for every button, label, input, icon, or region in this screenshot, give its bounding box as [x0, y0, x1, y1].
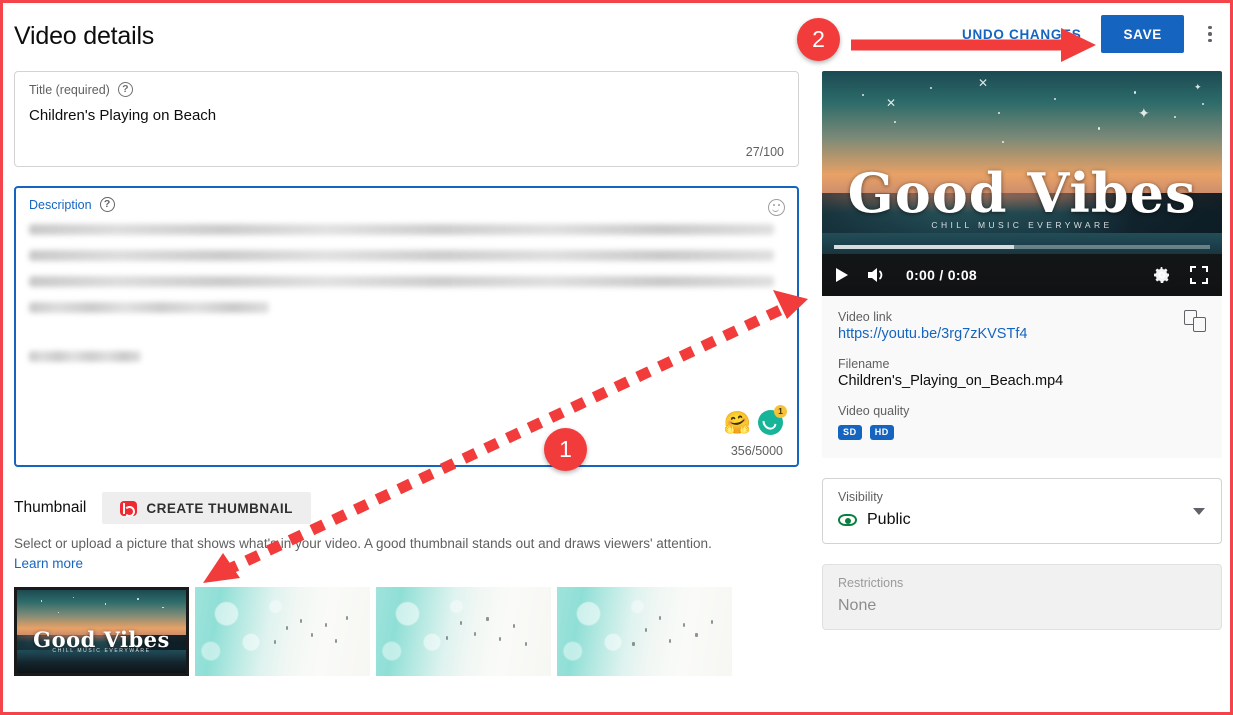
video-details-page: Video details UNDO CHANGES SAVE Title (r…: [3, 3, 1230, 712]
screenshot-frame: Video details UNDO CHANGES SAVE Title (r…: [0, 0, 1233, 715]
annotation-overlay: [203, 28, 1096, 583]
annotation-marker-2: 2: [797, 18, 840, 61]
annotation-marker-1: 1: [544, 428, 587, 471]
